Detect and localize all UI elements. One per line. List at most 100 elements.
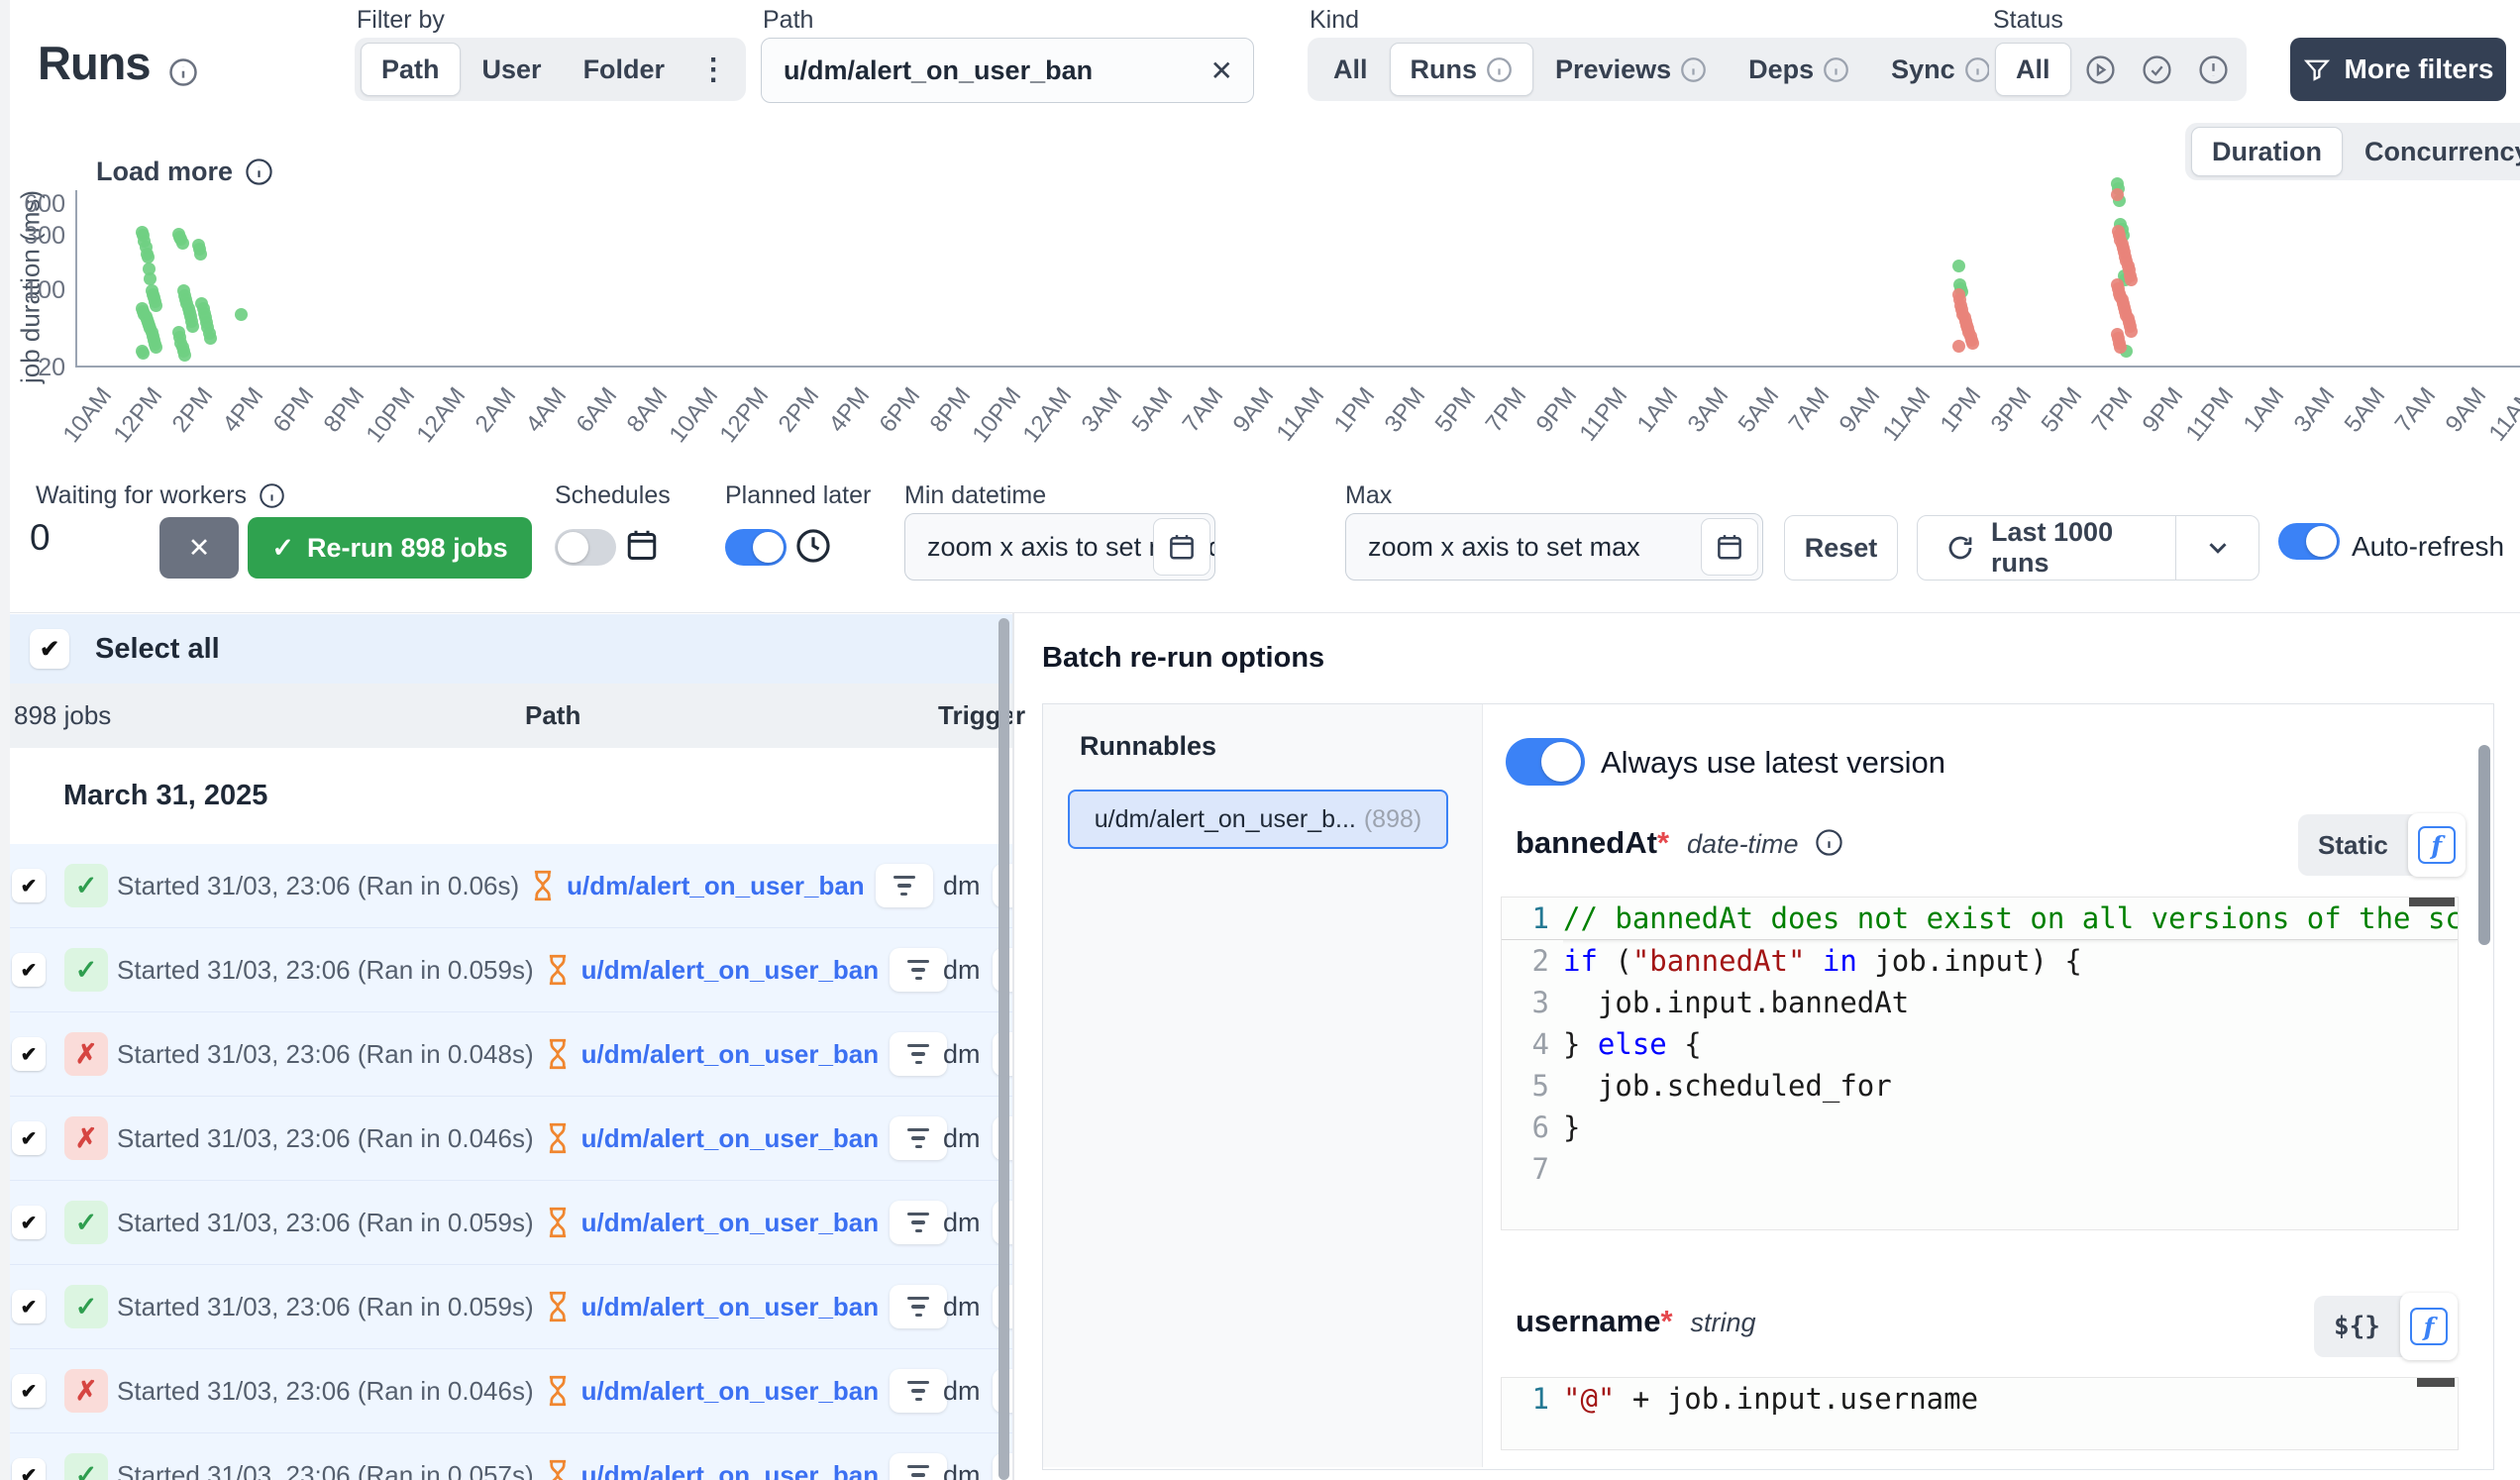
job-started-text: Started 31/03, 23:06 (Ran in 0.046s) bbox=[117, 1123, 534, 1154]
row-filter-button[interactable] bbox=[890, 1201, 947, 1244]
job-status-badge bbox=[64, 1369, 108, 1413]
filter-lines-icon bbox=[907, 1381, 929, 1402]
hourglass-icon bbox=[543, 1458, 573, 1480]
hourglass-icon bbox=[543, 1037, 573, 1071]
hourglass-icon bbox=[543, 953, 573, 987]
username-code-editor[interactable]: 1"@" + job.input.username bbox=[1501, 1377, 2459, 1450]
hourglass-icon bbox=[543, 1374, 573, 1408]
function-mode-option[interactable] bbox=[2400, 1293, 2458, 1360]
select-all-bar: Select all bbox=[0, 614, 1012, 684]
row-filter-button[interactable] bbox=[890, 1032, 947, 1076]
job-started-text: Started 31/03, 23:06 (Ran in 0.059s) bbox=[117, 1208, 534, 1238]
job-row[interactable]: Started 31/03, 23:06 (Ran in 0.048s) u/d… bbox=[0, 1012, 1012, 1097]
calendar-icon[interactable] bbox=[1153, 518, 1210, 576]
row-filter-button[interactable] bbox=[876, 864, 933, 907]
runnable-chip[interactable]: u/dm/alert_on_user_b... (898) bbox=[1068, 790, 1448, 849]
auto-refresh-label: Auto-refresh bbox=[2352, 531, 2504, 563]
batch-panel-scrollbar[interactable] bbox=[2478, 745, 2490, 945]
row-checkbox[interactable] bbox=[12, 953, 46, 987]
date-group-header: March 31, 2025 bbox=[0, 748, 1012, 845]
job-row[interactable]: Started 31/03, 23:06 (Ran in 0.046s) u/d… bbox=[0, 1349, 1012, 1433]
row-checkbox[interactable] bbox=[12, 1037, 46, 1071]
info-icon[interactable] bbox=[1815, 828, 1843, 857]
filter-lines-icon bbox=[907, 1128, 929, 1149]
x-axis-ticks: 10AM12PM2PM4PM6PM8PM10PM12AM2AM4AM6AM8AM… bbox=[0, 0, 2520, 466]
job-status-badge bbox=[64, 1032, 108, 1076]
job-path-link[interactable]: u/dm/alert_on_user_ban bbox=[581, 1460, 880, 1480]
static-mode-option[interactable]: Static bbox=[2298, 830, 2408, 861]
job-trigger: dm bbox=[943, 1123, 981, 1154]
min-datetime-input[interactable]: zoom x axis to set min (dr bbox=[904, 513, 1215, 581]
row-checkbox[interactable] bbox=[12, 1121, 46, 1155]
job-rows: Started 31/03, 23:06 (Ran in 0.06s) u/dm… bbox=[0, 844, 1012, 1480]
row-checkbox[interactable] bbox=[12, 869, 46, 902]
job-path-link[interactable]: u/dm/alert_on_user_ban bbox=[567, 871, 865, 901]
job-trigger: dm bbox=[943, 1292, 981, 1322]
schedules-label: Schedules bbox=[555, 481, 671, 510]
job-path-link[interactable]: u/dm/alert_on_user_ban bbox=[581, 1376, 880, 1407]
job-started-text: Started 31/03, 23:06 (Ran in 0.059s) bbox=[117, 1292, 534, 1322]
planned-later-toggle[interactable] bbox=[725, 529, 787, 566]
job-row[interactable]: Started 31/03, 23:06 (Ran in 0.046s) u/d… bbox=[0, 1097, 1012, 1181]
bannedat-code-editor[interactable]: 1// bannedAt does not exist on all versi… bbox=[1501, 897, 2459, 1230]
template-mode-option[interactable]: ${} bbox=[2314, 1312, 2400, 1341]
calendar-icon[interactable] bbox=[624, 525, 660, 565]
job-started-text: Started 31/03, 23:06 (Ran in 0.046s) bbox=[117, 1376, 534, 1407]
function-mode-option[interactable] bbox=[2408, 813, 2466, 877]
row-filter-button[interactable] bbox=[890, 1453, 947, 1480]
username-type: string bbox=[1691, 1308, 1756, 1338]
job-trigger: dm bbox=[943, 1039, 981, 1070]
filter-lines-icon bbox=[907, 1213, 929, 1233]
job-path-link[interactable]: u/dm/alert_on_user_ban bbox=[581, 955, 880, 986]
reset-button[interactable]: Reset bbox=[1784, 515, 1898, 581]
job-path-link[interactable]: u/dm/alert_on_user_ban bbox=[581, 1123, 880, 1154]
row-filter-button[interactable] bbox=[890, 1116, 947, 1160]
cancel-selection-button[interactable]: ✕ bbox=[159, 517, 239, 579]
hourglass-icon bbox=[528, 869, 558, 902]
batch-rerun-title: Batch re-run options bbox=[1042, 642, 1324, 675]
max-datetime-input[interactable]: zoom x axis to set max bbox=[1345, 513, 1763, 581]
job-list-header: 898 jobs Path Trigger bbox=[0, 684, 1012, 749]
job-path-link[interactable]: u/dm/alert_on_user_ban bbox=[581, 1292, 880, 1322]
filter-lines-icon bbox=[907, 1044, 929, 1065]
runnables-label: Runnables bbox=[1080, 731, 1216, 762]
job-trigger: dm bbox=[943, 1460, 981, 1480]
info-icon bbox=[259, 482, 285, 509]
row-checkbox[interactable] bbox=[12, 1374, 46, 1408]
bannedat-field-header: bannedAt* date-time bbox=[1516, 824, 1843, 861]
job-path-link[interactable]: u/dm/alert_on_user_ban bbox=[581, 1039, 880, 1070]
function-icon bbox=[2418, 826, 2456, 864]
row-filter-button[interactable] bbox=[890, 1369, 947, 1413]
auto-refresh-toggle[interactable] bbox=[2278, 523, 2340, 560]
row-checkbox[interactable] bbox=[12, 1458, 46, 1480]
calendar-icon[interactable] bbox=[1701, 518, 1758, 576]
select-all-checkbox[interactable] bbox=[30, 629, 69, 669]
row-checkbox[interactable] bbox=[12, 1290, 46, 1323]
hourglass-icon bbox=[543, 1290, 573, 1323]
job-row[interactable]: Started 31/03, 23:06 (Ran in 0.059s) u/d… bbox=[0, 928, 1012, 1012]
runs-range-button[interactable]: Last 1000 runs bbox=[1917, 515, 2259, 581]
job-row[interactable]: Started 31/03, 23:06 (Ran in 0.057s) u/d… bbox=[0, 1433, 1012, 1480]
job-started-text: Started 31/03, 23:06 (Ran in 0.057s) bbox=[117, 1460, 534, 1480]
job-row[interactable]: Started 31/03, 23:06 (Ran in 0.06s) u/dm… bbox=[0, 844, 1012, 928]
job-list-scrollbar[interactable] bbox=[998, 618, 1009, 1480]
editor-scrollbar[interactable] bbox=[2417, 1378, 2455, 1387]
schedules-toggle[interactable] bbox=[555, 529, 616, 566]
row-filter-button[interactable] bbox=[890, 948, 947, 992]
job-started-text: Started 31/03, 23:06 (Ran in 0.06s) bbox=[117, 871, 519, 901]
job-row[interactable]: Started 31/03, 23:06 (Ran in 0.059s) u/d… bbox=[0, 1181, 1012, 1265]
job-row[interactable]: Started 31/03, 23:06 (Ran in 0.059s) u/d… bbox=[0, 1265, 1012, 1349]
job-status-badge bbox=[64, 1453, 108, 1480]
row-checkbox[interactable] bbox=[12, 1206, 46, 1239]
path-column-header[interactable]: Path bbox=[525, 700, 580, 731]
planned-later-label: Planned later bbox=[725, 481, 871, 510]
job-status-badge bbox=[64, 1285, 108, 1328]
rerun-jobs-button[interactable]: ✓ Re-run 898 jobs bbox=[248, 517, 532, 579]
chevron-down-icon[interactable] bbox=[2176, 533, 2258, 563]
latest-version-toggle[interactable] bbox=[1506, 738, 1585, 786]
editor-scrollbar[interactable] bbox=[2409, 898, 2455, 906]
job-path-link[interactable]: u/dm/alert_on_user_ban bbox=[581, 1208, 880, 1238]
row-filter-button[interactable] bbox=[890, 1285, 947, 1328]
bannedat-mode-toggle: Static bbox=[2298, 814, 2466, 876]
clock-icon[interactable] bbox=[794, 527, 832, 565]
